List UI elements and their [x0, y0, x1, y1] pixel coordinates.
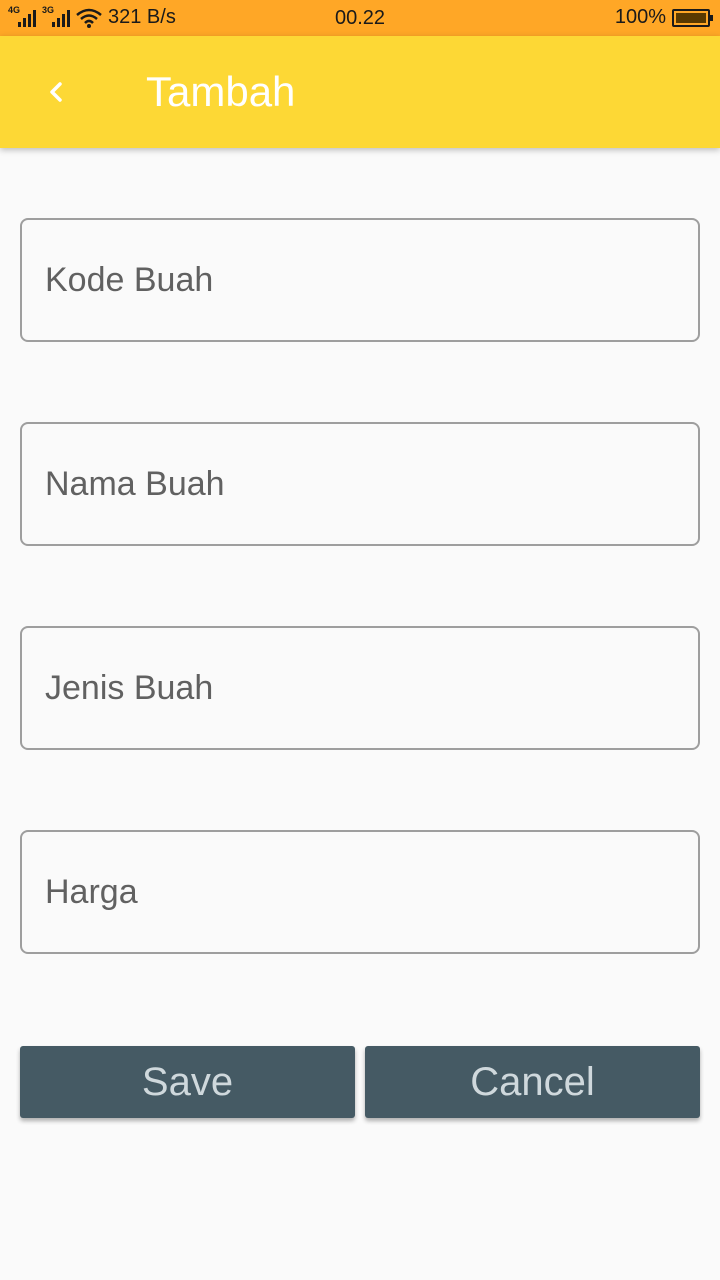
nama-buah-input[interactable] [22, 424, 698, 544]
jenis-buah-field[interactable] [20, 626, 700, 750]
app-bar: Tambah [0, 36, 720, 148]
back-button[interactable] [36, 72, 76, 112]
kode-buah-field[interactable] [20, 218, 700, 342]
cancel-button[interactable]: Cancel [365, 1046, 700, 1118]
harga-field[interactable] [20, 830, 700, 954]
status-time: 00.22 [334, 7, 386, 29]
status-right: 100% [614, 6, 713, 29]
jenis-buah-input[interactable] [22, 628, 698, 748]
battery-percent: 100% [614, 6, 666, 28]
harga-input[interactable] [22, 832, 698, 952]
battery-icon [672, 8, 713, 27]
chevron-left-icon [50, 82, 62, 102]
save-button[interactable]: Save [20, 1046, 355, 1118]
page-title: Tambah [146, 68, 296, 115]
nama-buah-field[interactable] [20, 422, 700, 546]
status-bar: 4G 3G 321 B/s 00.22 100% [0, 0, 720, 36]
kode-buah-input[interactable] [22, 220, 698, 340]
